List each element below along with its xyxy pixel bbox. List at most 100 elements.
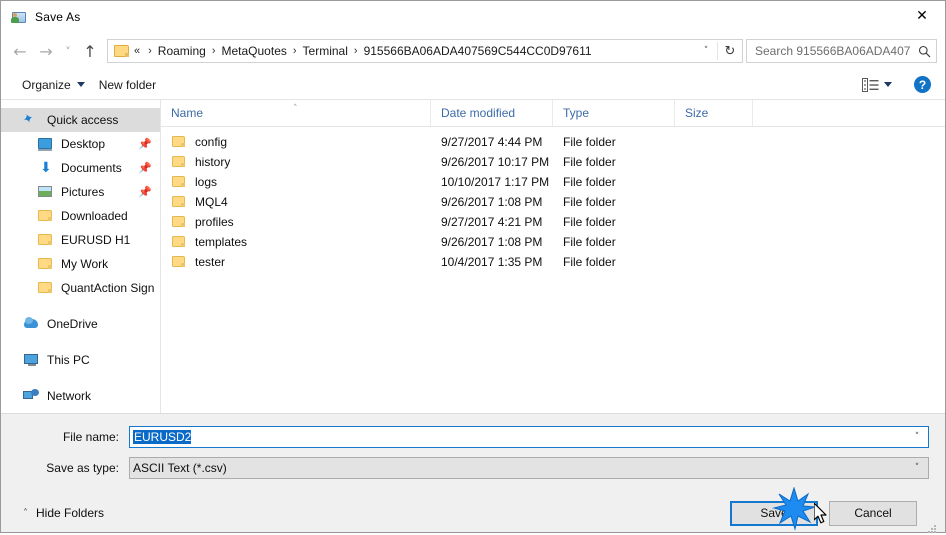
sidebar-item-quick-access[interactable]: ✦ Quick access	[1, 108, 160, 132]
dialog-footer: ˄ Hide Folders Save Cancel	[17, 488, 936, 533]
address-bar[interactable]: « › Roaming › MetaQuotes › Terminal › 91…	[107, 39, 743, 63]
search-input[interactable]	[747, 44, 912, 58]
sidebar-item-onedrive[interactable]: OneDrive	[1, 312, 160, 336]
save-as-type-combo[interactable]: ASCII Text (*.csv) ˅	[129, 457, 929, 479]
hide-folders-label: Hide Folders	[36, 506, 105, 520]
column-header-date-modified[interactable]: Date modified	[431, 100, 553, 126]
file-name-dropdown-button[interactable]: ˅	[906, 427, 928, 447]
sidebar-item-label: Quick access	[47, 113, 119, 127]
sidebar-item-label: Desktop	[61, 137, 106, 151]
breadcrumb: « › Roaming › MetaQuotes › Terminal › 91…	[134, 42, 695, 60]
file-name: tester	[195, 255, 226, 269]
new-folder-button[interactable]: New folder	[92, 75, 163, 95]
folder-icon	[171, 135, 187, 149]
this-pc-icon	[23, 352, 41, 368]
column-header-name[interactable]: ˄ Name	[161, 100, 431, 126]
sidebar-item-label: Network	[47, 389, 92, 403]
table-row[interactable]: profiles 9/27/2017 4:21 PM File folder	[161, 212, 945, 232]
sidebar-item-eurusd-h1[interactable]: EURUSD H1	[1, 228, 160, 252]
sidebar-item-downloaded[interactable]: Downloaded	[1, 204, 160, 228]
breadcrumb-item-2[interactable]: Terminal	[302, 42, 349, 60]
table-row[interactable]: history 9/26/2017 10:17 PM File folder	[161, 152, 945, 172]
sidebar-item-network[interactable]: Network	[1, 384, 160, 408]
table-row[interactable]: logs 10/10/2017 1:17 PM File folder	[161, 172, 945, 192]
pin-icon[interactable]: 📌	[138, 186, 152, 199]
navigation-bar: ← → ˅ ↑ « › Roaming › MetaQuotes › Termi…	[1, 32, 945, 70]
column-header-label: Type	[563, 106, 590, 120]
recent-locations-button[interactable]: ˅	[59, 38, 77, 64]
folder-icon	[37, 280, 55, 296]
file-type-cell: File folder	[563, 215, 616, 229]
breadcrumb-separator: ›	[211, 45, 216, 57]
file-name-cell: config	[161, 135, 431, 149]
organize-button[interactable]: Organize	[15, 75, 92, 95]
save-as-folder-person-icon	[11, 9, 27, 25]
folder-icon	[37, 256, 55, 272]
breadcrumb-item-1[interactable]: MetaQuotes	[221, 42, 288, 60]
save-as-type-dropdown-button[interactable]: ˅	[906, 458, 928, 478]
sidebar-item-this-pc[interactable]: This PC	[1, 348, 160, 372]
help-button[interactable]: ?	[914, 76, 931, 93]
pin-icon[interactable]: 📌	[138, 138, 152, 151]
save-button[interactable]: Save	[730, 500, 818, 526]
file-type-cell: File folder	[563, 135, 616, 149]
breadcrumb-item-3[interactable]: 915566BA06ADA407569C544CC0D97611	[363, 42, 593, 60]
file-name-cell: tester	[161, 255, 431, 269]
address-folder-icon	[114, 45, 129, 57]
table-row[interactable]: tester 10/4/2017 1:35 PM File folder	[161, 252, 945, 272]
up-button[interactable]: ↑	[77, 38, 103, 64]
back-button[interactable]: ←	[7, 38, 33, 64]
sidebar-item-label: Documents	[61, 161, 122, 175]
address-dropdown-button[interactable]: ˅	[695, 46, 717, 56]
dialog-body: ✦ Quick access Desktop 📌 ⬇ Documents 📌 P…	[1, 100, 945, 413]
file-type-cell: File folder	[563, 175, 616, 189]
file-name-label: File name:	[62, 430, 119, 444]
column-header-size[interactable]: Size	[675, 100, 753, 126]
details-view-icon	[862, 77, 879, 92]
sidebar-item-my-work[interactable]: My Work	[1, 252, 160, 276]
file-name: templates	[195, 235, 248, 249]
sidebar-item-label: This PC	[47, 353, 90, 367]
navigation-pane: ✦ Quick access Desktop 📌 ⬇ Documents 📌 P…	[1, 100, 161, 413]
forward-button[interactable]: →	[33, 38, 59, 64]
network-icon	[23, 388, 41, 404]
file-date-cell: 10/4/2017 1:35 PM	[441, 255, 543, 269]
sidebar-item-pictures[interactable]: Pictures 📌	[1, 180, 160, 204]
breadcrumb-item-0[interactable]: Roaming	[157, 42, 207, 60]
folder-icon	[171, 215, 187, 229]
folder-icon	[37, 232, 55, 248]
folder-icon	[171, 175, 187, 189]
change-view-button[interactable]	[858, 76, 896, 94]
column-header-row: ˄ Name Date modified Type Size	[161, 100, 945, 127]
file-name: logs	[195, 175, 218, 189]
sidebar-item-quantaction-signal[interactable]: QuantAction Signal	[1, 276, 160, 300]
pin-icon[interactable]: 📌	[138, 162, 152, 175]
sidebar-item-documents[interactable]: ⬇ Documents 📌	[1, 156, 160, 180]
table-row[interactable]: templates 9/26/2017 1:08 PM File folder	[161, 232, 945, 252]
column-header-type[interactable]: Type	[553, 100, 675, 126]
file-name-combo[interactable]: EURUSD2 ˅	[129, 426, 929, 448]
file-date-cell: 10/10/2017 1:17 PM	[441, 175, 550, 189]
table-row[interactable]: config 9/27/2017 4:44 PM File folder	[161, 132, 945, 152]
breadcrumb-separator: ›	[353, 45, 358, 57]
breadcrumb-separator: ›	[292, 45, 297, 57]
sidebar-item-label: My Work	[61, 257, 109, 271]
cancel-button[interactable]: Cancel	[829, 500, 917, 526]
breadcrumb-overflow-icon[interactable]: «	[134, 45, 143, 57]
file-name: MQL4	[195, 195, 228, 209]
new-folder-label: New folder	[98, 77, 157, 92]
file-date-cell: 9/26/2017 10:17 PM	[441, 155, 550, 169]
resize-grip[interactable]	[928, 524, 938, 535]
organize-label: Organize	[22, 77, 71, 92]
hide-folders-button[interactable]: ˄ Hide Folders	[17, 506, 104, 520]
search-box[interactable]	[746, 39, 937, 63]
documents-icon: ⬇	[40, 160, 52, 176]
close-button[interactable]: ✕	[899, 1, 945, 31]
sidebar-item-desktop[interactable]: Desktop 📌	[1, 132, 160, 156]
refresh-icon[interactable]: ↻	[718, 44, 742, 59]
file-name-input[interactable]: EURUSD2	[133, 430, 192, 444]
table-row[interactable]: MQL4 9/26/2017 1:08 PM File folder	[161, 192, 945, 212]
folder-icon	[171, 195, 187, 209]
